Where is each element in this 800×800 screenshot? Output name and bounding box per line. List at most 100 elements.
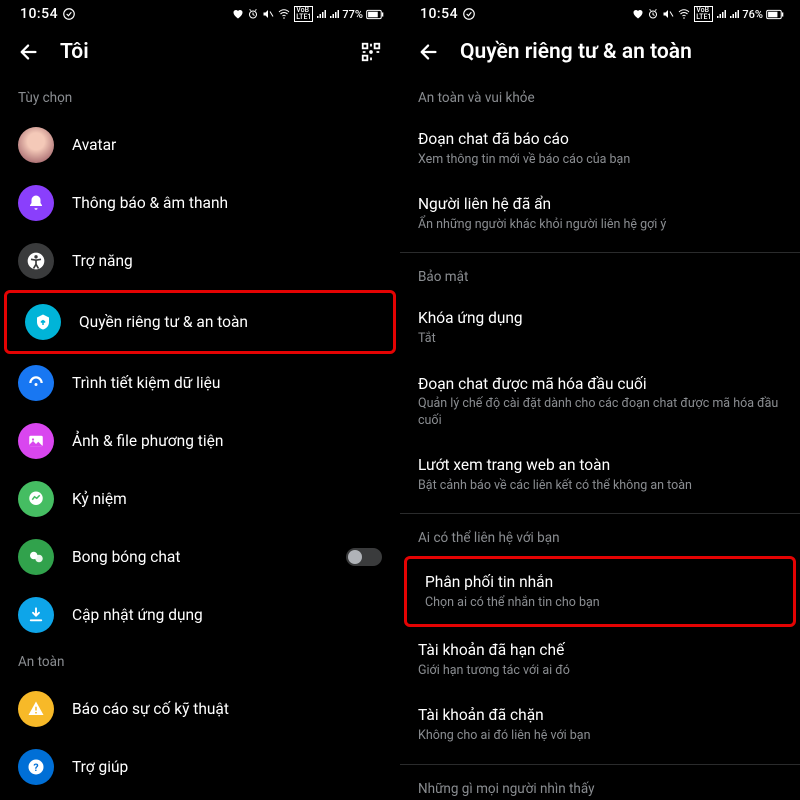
item-label: Báo cáo sự cố kỹ thuật — [72, 700, 382, 718]
toggle-off[interactable] — [346, 548, 382, 566]
bell-icon — [18, 185, 54, 221]
item-notifications[interactable]: Thông báo & âm thanh — [0, 174, 400, 232]
item-restricted[interactable]: Tài khoản đã hạn chế Giới hạn tương tác … — [400, 627, 800, 692]
item-title: Người liên hệ đã ẩn — [418, 194, 782, 215]
wifi-icon — [277, 8, 291, 20]
item-blocked[interactable]: Tài khoản đã chặn Không cho ai đó liên h… — [400, 692, 800, 757]
item-data-saver[interactable]: Trình tiết kiệm dữ liệu — [0, 354, 400, 412]
section-see: Những gì mọi người nhìn thấy — [400, 771, 800, 800]
item-media[interactable]: Ảnh & file phương tiện — [0, 412, 400, 470]
right-screen: 10:54 VoBLTE1 76% Quyền riêng tư & an to… — [400, 0, 800, 800]
messenger-icon — [18, 481, 54, 517]
item-accessibility[interactable]: Trợ năng — [0, 232, 400, 290]
signal-icon — [329, 9, 339, 19]
item-update[interactable]: Cập nhật ứng dụng — [0, 586, 400, 644]
battery-text: 77% — [342, 8, 363, 21]
item-label: Bong bóng chat — [72, 548, 328, 566]
header: Tôi — [0, 26, 400, 80]
item-safe-browsing[interactable]: Lướt xem trang web an toàn Bật cảnh báo … — [400, 442, 800, 507]
download-icon — [18, 597, 54, 633]
section-contact: Ai có thể liên hệ với bạn — [400, 520, 800, 556]
item-e2e[interactable]: Đoạn chat được mã hóa đầu cuối Quản lý c… — [400, 361, 800, 442]
header: Quyền riêng tư & an toàn — [400, 26, 800, 80]
item-reported-chats[interactable]: Đoạn chat đã báo cáo Xem thông tin mới v… — [400, 116, 800, 181]
status-icons: VoBLTE1 76% — [632, 6, 784, 22]
item-title: Tài khoản đã hạn chế — [418, 640, 782, 661]
back-icon[interactable] — [418, 41, 440, 63]
item-label: Quyền riêng tư & an toàn — [79, 313, 375, 331]
battery-icon — [766, 9, 784, 20]
status-time: 10:54 — [420, 6, 476, 22]
accessibility-icon — [18, 243, 54, 279]
qr-icon[interactable] — [360, 41, 382, 63]
svg-text:?: ? — [33, 761, 38, 774]
help-icon: ? — [18, 749, 54, 785]
gauge-icon — [18, 365, 54, 401]
item-subtitle: Ẩn những người khác khỏi người liên hệ g… — [418, 217, 782, 233]
item-label: Trợ năng — [72, 252, 382, 270]
image-icon — [18, 423, 54, 459]
divider — [400, 513, 800, 514]
item-message-delivery[interactable]: Phân phối tin nhắn Chọn ai có thể nhắn t… — [407, 559, 793, 624]
divider — [400, 764, 800, 765]
battery-text: 76% — [742, 8, 763, 21]
item-title: Khóa ứng dụng — [418, 308, 782, 329]
divider — [400, 252, 800, 253]
back-icon[interactable] — [18, 41, 40, 63]
section-safety: An toàn và vui khỏe — [400, 80, 800, 116]
item-label: Thông báo & âm thanh — [72, 194, 382, 212]
item-avatar[interactable]: Avatar — [0, 116, 400, 174]
sync-icon — [62, 7, 76, 21]
lte-icon: VoBLTE1 — [294, 6, 313, 22]
item-subtitle: Giới hạn tương tác với ai đó — [418, 663, 782, 679]
mute-icon — [262, 8, 274, 20]
item-hidden-contacts[interactable]: Người liên hệ đã ẩn Ẩn những người khác … — [400, 181, 800, 246]
item-app-lock[interactable]: Khóa ứng dụng Tắt — [400, 295, 800, 360]
item-subtitle: Tắt — [418, 331, 782, 347]
section-label: An toàn — [0, 644, 400, 680]
shield-house-icon — [25, 304, 61, 340]
status-bar: 10:54 VoBLTE1 76% — [400, 0, 800, 26]
status-icons: VoBLTE1 77% — [232, 6, 384, 22]
item-label: Cập nhật ứng dụng — [72, 606, 382, 624]
item-privacy[interactable]: Quyền riêng tư & an toàn — [7, 293, 393, 351]
status-time: 10:54 — [20, 6, 76, 22]
wifi-icon — [677, 8, 691, 20]
item-title: Lướt xem trang web an toàn — [418, 455, 782, 476]
item-label: Avatar — [72, 136, 382, 154]
heart-icon — [232, 8, 244, 20]
item-label: Trình tiết kiệm dữ liệu — [72, 374, 382, 392]
item-subtitle: Quản lý chế độ cài đặt dành cho các đoạn… — [418, 396, 782, 429]
signal-icon — [716, 9, 726, 19]
item-legal[interactable]: Pháp lý & chính sách — [0, 796, 400, 800]
item-help[interactable]: ? Trợ giúp — [0, 738, 400, 796]
lte-icon: VoBLTE1 — [694, 6, 713, 22]
mute-icon — [662, 8, 674, 20]
item-title: Đoạn chat được mã hóa đầu cuối — [418, 374, 782, 395]
item-subtitle: Bật cảnh báo về các liên kết có thể khôn… — [418, 478, 782, 494]
item-report[interactable]: Báo cáo sự cố kỹ thuật — [0, 680, 400, 738]
item-chat-bubble[interactable]: Bong bóng chat — [0, 528, 400, 586]
status-bar: 10:54 VoBLTE1 77% — [0, 0, 400, 26]
item-subtitle: Không cho ai đó liên hệ với bạn — [418, 728, 782, 744]
item-label: Ảnh & file phương tiện — [72, 432, 382, 450]
left-screen: 10:54 VoBLTE1 77% Tôi Tùy chọn Avatar Th… — [0, 0, 400, 800]
sync-icon — [462, 7, 476, 21]
section-security: Bảo mật — [400, 259, 800, 295]
battery-icon — [366, 9, 384, 20]
highlight-delivery: Phân phối tin nhắn Chọn ai có thể nhắn t… — [404, 556, 796, 627]
bubble-icon — [18, 539, 54, 575]
avatar-icon — [18, 127, 54, 163]
item-title: Phân phối tin nhắn — [425, 572, 775, 593]
signal-icon — [729, 9, 739, 19]
page-title: Quyền riêng tư & an toàn — [460, 40, 782, 64]
item-memories[interactable]: Kỷ niệm — [0, 470, 400, 528]
page-title: Tôi — [60, 40, 340, 64]
heart-icon — [632, 8, 644, 20]
alarm-icon — [247, 8, 259, 20]
signal-icon — [316, 9, 326, 19]
item-subtitle: Xem thông tin mới về báo cáo của bạn — [418, 152, 782, 168]
item-label: Trợ giúp — [72, 758, 382, 776]
item-label: Kỷ niệm — [72, 490, 382, 508]
alarm-icon — [647, 8, 659, 20]
